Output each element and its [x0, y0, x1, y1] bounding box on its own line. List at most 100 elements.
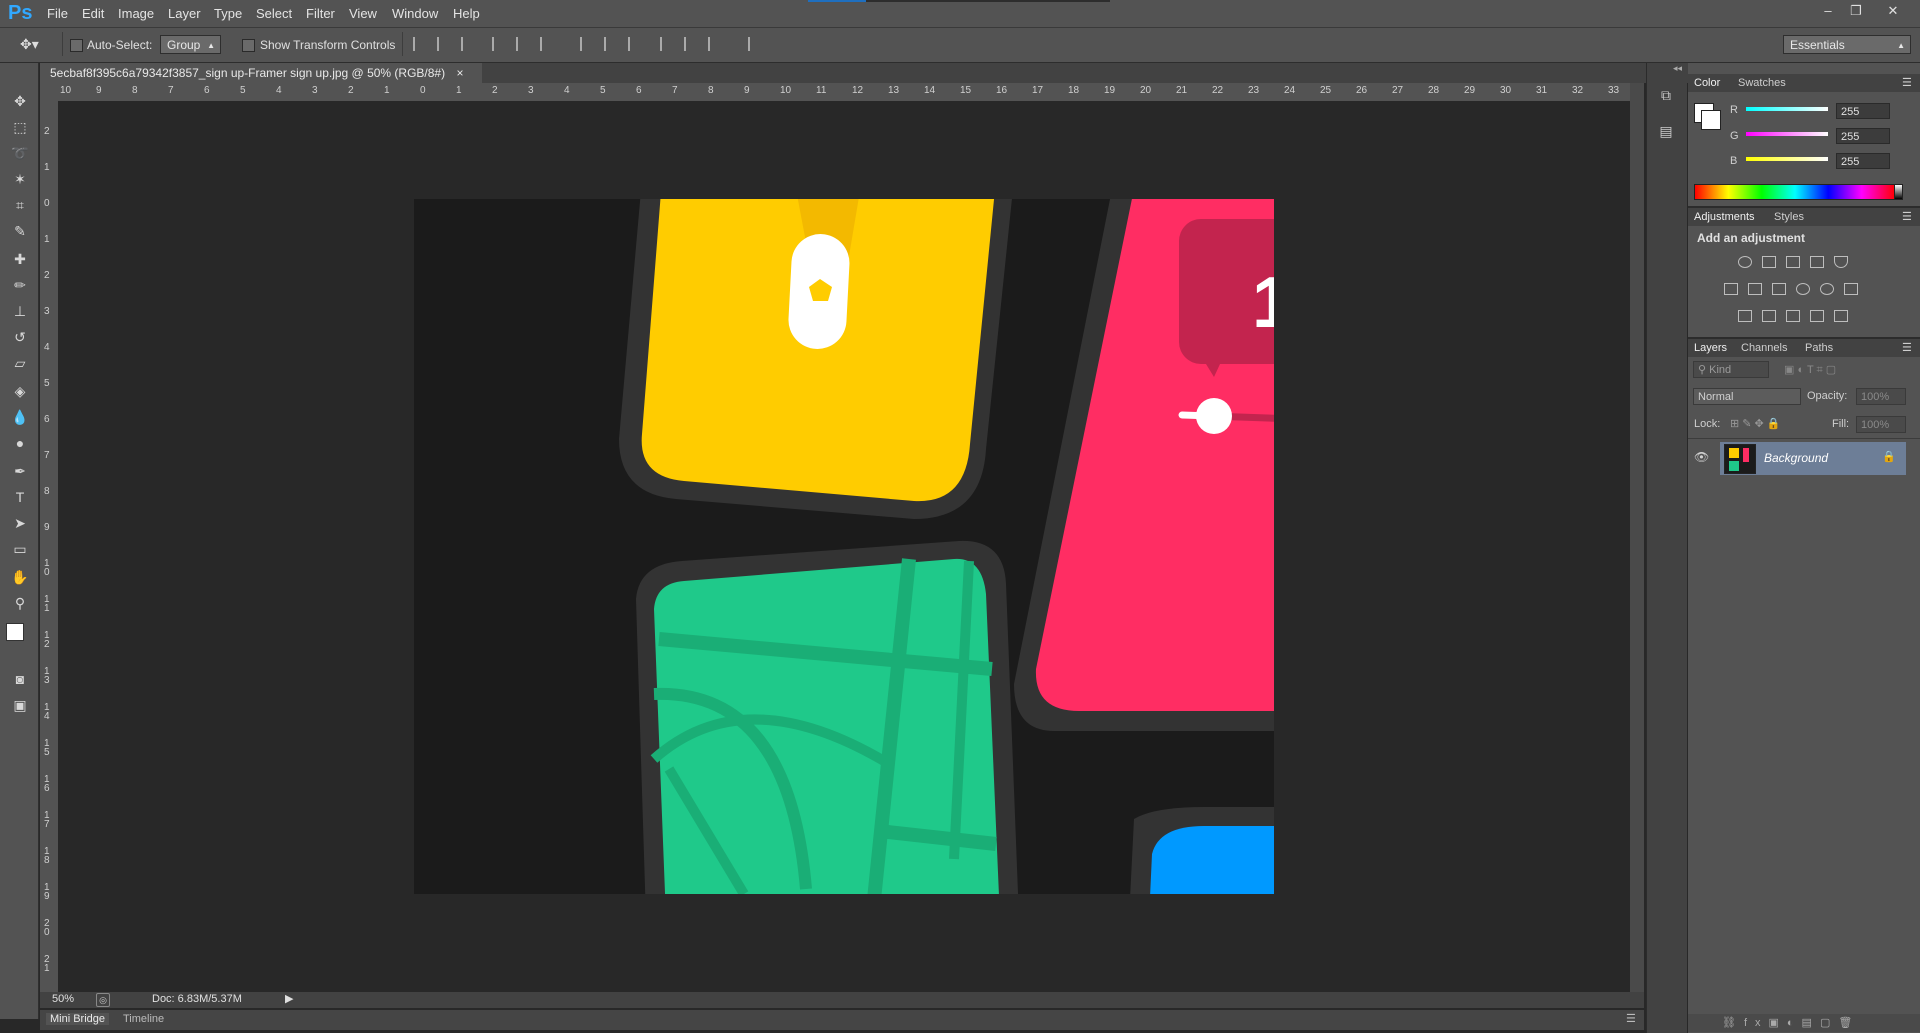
tab-mini-bridge[interactable]: Mini Bridge	[46, 1013, 110, 1025]
auto-select-checkbox[interactable]	[70, 39, 83, 52]
move-tool-icon[interactable]: ✥	[9, 90, 31, 112]
status-info-icon[interactable]: ◎	[96, 993, 110, 1007]
eraser-tool-icon[interactable]: ▱	[9, 352, 31, 374]
dodge-tool-icon[interactable]: ●	[9, 432, 31, 454]
blend-mode-dropdown[interactable]: Normal	[1693, 388, 1801, 405]
r-slider[interactable]	[1746, 107, 1828, 111]
menu-image[interactable]: Image	[118, 6, 154, 21]
curves-icon[interactable]	[1786, 256, 1800, 268]
distribute-left-icon[interactable]	[660, 37, 676, 51]
color-spectrum-ramp[interactable]	[1694, 184, 1896, 200]
properties-panel-icon[interactable]: ▤	[1655, 123, 1677, 145]
color-balance-icon[interactable]	[1748, 283, 1762, 295]
layer-row-background[interactable]: Background 🔒	[1720, 442, 1906, 475]
collapse-arrows-icon[interactable]: ◂◂	[1673, 63, 1682, 74]
menu-select[interactable]: Select	[256, 6, 292, 21]
tab-styles[interactable]: Styles	[1774, 211, 1804, 223]
threshold-icon[interactable]	[1786, 310, 1800, 322]
auto-align-icon[interactable]	[748, 37, 764, 51]
type-tool-icon[interactable]: T	[9, 486, 31, 508]
menu-type[interactable]: Type	[214, 6, 242, 21]
invert-icon[interactable]	[1738, 310, 1752, 322]
selective-color-icon[interactable]	[1810, 310, 1824, 322]
brush-tool-icon[interactable]: ✏	[9, 274, 31, 296]
lock-icons[interactable]: ⊞ ✎ ✥ 🔒	[1730, 417, 1781, 430]
panel-menu-icon[interactable]: ☰	[1902, 76, 1912, 89]
align-vcenter-icon[interactable]	[437, 37, 453, 51]
zoom-tool-icon[interactable]: ⚲	[9, 592, 31, 614]
menu-layer[interactable]: Layer	[168, 6, 201, 21]
opacity-value[interactable]: 100%	[1856, 388, 1906, 405]
screen-mode-icon[interactable]: ▣	[9, 694, 31, 716]
photo-filter-icon[interactable]	[1796, 283, 1810, 295]
filter-icons[interactable]: ▣ ◐ T ⌗ ▢	[1784, 363, 1836, 377]
layer-footer-icons[interactable]: ⛓fx▣◐▤▢🗑	[1722, 1016, 1860, 1029]
menu-filter[interactable]: Filter	[306, 6, 335, 21]
layer-name[interactable]: Background	[1764, 451, 1828, 465]
tab-layers[interactable]: Layers	[1694, 342, 1727, 354]
tab-channels[interactable]: Channels	[1741, 342, 1787, 354]
g-slider[interactable]	[1746, 132, 1828, 136]
tab-color[interactable]: Color	[1694, 77, 1720, 89]
document-tab[interactable]: 5ecbaf8f395c6a79342f3857_sign up-Framer …	[40, 63, 482, 83]
foreground-color-swatch[interactable]	[6, 623, 24, 641]
align-top-icon[interactable]	[413, 37, 429, 51]
brightness-icon[interactable]	[1738, 256, 1752, 268]
b-value[interactable]: 255	[1836, 153, 1890, 169]
distribute-right-icon[interactable]	[708, 37, 724, 51]
crop-tool-icon[interactable]: ⌗	[9, 194, 31, 216]
tab-paths[interactable]: Paths	[1805, 342, 1833, 354]
rectangle-tool-icon[interactable]: ▭	[9, 538, 31, 560]
panel-menu-icon[interactable]: ☰	[1902, 341, 1912, 354]
healing-brush-tool-icon[interactable]: ✚	[9, 248, 31, 270]
quick-mask-icon[interactable]: ◙	[9, 668, 31, 690]
distribute-top-icon[interactable]	[580, 37, 596, 51]
clone-stamp-tool-icon[interactable]: ⊥	[9, 300, 31, 322]
history-panel-icon[interactable]: ⧉	[1655, 87, 1677, 109]
workspace-dropdown[interactable]: Essentials ▲	[1783, 35, 1911, 54]
ruler-origin[interactable]	[40, 83, 58, 101]
paint-bucket-tool-icon[interactable]: ◈	[9, 380, 31, 402]
restore-icon[interactable]: ❐	[1843, 2, 1869, 20]
tab-swatches[interactable]: Swatches	[1738, 77, 1786, 89]
auto-select-dropdown[interactable]: Group ▲	[160, 35, 221, 54]
horizontal-ruler[interactable]: 10 9 8 7 6 5 4 3 2 1 0 1 2 3 4 5 6 7 8 9 10 11 12 13 14 15 16 17 18 1…	[58, 83, 1630, 102]
r-value[interactable]: 255	[1836, 103, 1890, 119]
align-right-icon[interactable]	[540, 37, 556, 51]
tab-close-icon[interactable]: ×	[456, 66, 463, 80]
fill-value[interactable]: 100%	[1856, 416, 1906, 433]
channel-mixer-icon[interactable]	[1820, 283, 1834, 295]
marquee-tool-icon[interactable]: ⬚	[9, 116, 31, 138]
align-left-icon[interactable]	[492, 37, 508, 51]
distribute-hcenter-icon[interactable]	[684, 37, 700, 51]
menu-help[interactable]: Help	[453, 6, 480, 21]
menu-file[interactable]: File	[47, 6, 68, 21]
hand-tool-icon[interactable]: ✋	[9, 566, 31, 588]
menu-view[interactable]: View	[349, 6, 377, 21]
show-transform-checkbox[interactable]	[242, 39, 255, 52]
hue-saturation-icon[interactable]	[1724, 283, 1738, 295]
path-selection-tool-icon[interactable]: ➤	[9, 512, 31, 534]
tab-timeline[interactable]: Timeline	[123, 1013, 164, 1025]
lasso-tool-icon[interactable]: ➰	[9, 142, 31, 164]
align-bottom-icon[interactable]	[461, 37, 477, 51]
blur-tool-icon[interactable]: 💧	[9, 406, 31, 428]
posterize-icon[interactable]	[1762, 310, 1776, 322]
panel-menu-icon[interactable]: ☰	[1626, 1012, 1636, 1025]
menu-window[interactable]: Window	[392, 6, 438, 21]
align-hcenter-icon[interactable]	[516, 37, 532, 51]
magic-wand-tool-icon[interactable]: ✶	[9, 168, 31, 190]
close-icon[interactable]: ✕	[1880, 2, 1906, 20]
history-brush-tool-icon[interactable]: ↺	[9, 326, 31, 348]
levels-icon[interactable]	[1762, 256, 1776, 268]
distribute-vcenter-icon[interactable]	[604, 37, 620, 51]
b-slider[interactable]	[1746, 157, 1828, 161]
distribute-bottom-icon[interactable]	[628, 37, 644, 51]
move-tool-preset-icon[interactable]: ✥▾	[20, 36, 39, 53]
vertical-scrollbar[interactable]	[1630, 83, 1644, 992]
minimize-icon[interactable]: –	[1815, 2, 1841, 20]
menu-edit[interactable]: Edit	[82, 6, 104, 21]
document-canvas[interactable]: 1	[414, 199, 1274, 894]
layer-filter-dropdown[interactable]: ⚲ Kind	[1693, 361, 1769, 378]
eye-icon[interactable]: 👁	[1694, 450, 1709, 464]
